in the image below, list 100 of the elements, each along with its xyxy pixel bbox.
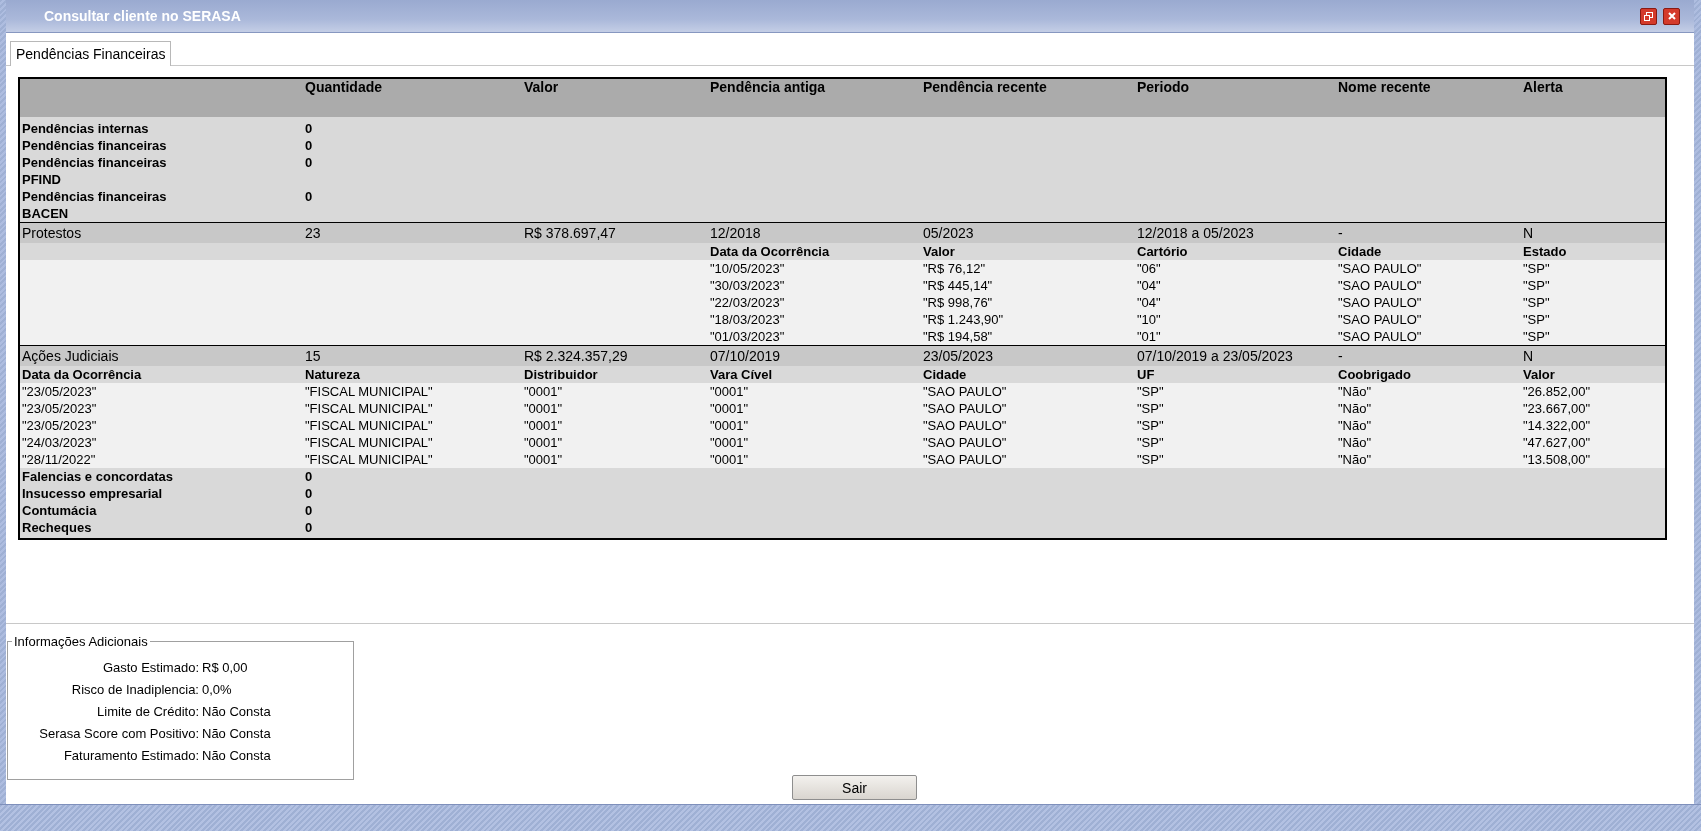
table-cell-text: "47.627,00" [1522, 434, 1592, 451]
table-cell-text: "0001" [709, 434, 750, 451]
table-cell-text: 07/10/2019 [709, 347, 782, 366]
column-header: Valor [1522, 366, 1556, 383]
table-cell-text: "10/05/2023" [709, 260, 786, 277]
table-cell-text: "SP" [1522, 294, 1551, 311]
row-label: Pendências financeiras PFIND [22, 154, 168, 188]
row-label: Pendências financeiras [22, 137, 168, 154]
table-cell-text: "22/03/2023" [709, 294, 786, 311]
column-header: Quantidade [304, 79, 383, 97]
row-label: Contumácia [21, 502, 98, 519]
table-cell-text: "R$ 998,76" [922, 294, 994, 311]
table-cell-text: "18/03/2023" [709, 311, 786, 328]
table-cell-text: "0001" [709, 400, 750, 417]
table-cell-text: "SAO PAULO" [1337, 311, 1423, 328]
table-cell-text: "FISCAL MUNICIPAL" [304, 383, 434, 400]
exit-button[interactable]: Sair [792, 775, 917, 800]
table-cell-text: "SP" [1522, 277, 1551, 294]
table-cell-text: "SP" [1136, 434, 1165, 451]
table-cell-text: "SAO PAULO" [1337, 277, 1423, 294]
table-cell-text: "0001" [523, 434, 564, 451]
field-value: Não Consta [202, 703, 272, 721]
tab[interactable]: Pendências Financeiras [10, 41, 172, 66]
column-header: Valor [922, 243, 956, 260]
table-cell-text: "26.852,00" [1522, 383, 1592, 400]
table-cell-text: "Não" [1337, 434, 1373, 451]
column-header: Valor [523, 79, 560, 97]
table-cell-text: "0001" [709, 383, 750, 400]
table-cell-text: "SP" [1522, 328, 1551, 345]
column-header: Nome recente [1337, 79, 1432, 97]
table-cell-text: "FISCAL MUNICIPAL" [304, 434, 434, 451]
table-cell-text: 0 [304, 468, 314, 485]
column-header: Cidade [1337, 243, 1383, 260]
table-cell-text: N [1522, 224, 1535, 243]
table-cell-text: "Não" [1337, 417, 1373, 434]
table-cell-text: 0 [304, 154, 314, 172]
table-cell-text: "SAO PAULO" [922, 434, 1008, 451]
table-cell-text: "10" [1136, 311, 1162, 328]
table-cell-text: "SAO PAULO" [1337, 260, 1423, 277]
table-cell-text: "13.508,00" [1522, 451, 1592, 468]
column-header: Vara Cível [709, 366, 774, 383]
column-header: Estado [1522, 243, 1568, 260]
table-cell-text: "R$ 194,58" [922, 328, 994, 345]
restore-icon[interactable] [1640, 7, 1657, 25]
table-cell-text: 15 [304, 347, 322, 366]
table-cell-text: "23/05/2023" [21, 417, 98, 434]
column-header: Periodo [1136, 79, 1191, 97]
close-icon[interactable] [1663, 7, 1680, 25]
table-cell-text: "01/03/2023" [709, 328, 786, 345]
column-header: Pendência recente [922, 79, 1048, 97]
table-cell-text: "Não" [1337, 451, 1373, 468]
table-cell-text: "SAO PAULO" [922, 451, 1008, 468]
table-cell-text: 07/10/2019 a 23/05/2023 [1136, 347, 1294, 366]
table-cell-text: 12/2018 [709, 224, 762, 243]
table-cell-text: "FISCAL MUNICIPAL" [304, 400, 434, 417]
table-cell-text: 0 [304, 137, 314, 154]
table-cell-text: "06" [1136, 260, 1162, 277]
table-cell-text: "R$ 76,12" [922, 260, 986, 277]
field-label: Serasa Score com Positivo: [38, 725, 199, 743]
column-header: Pendência antiga [709, 79, 827, 97]
table-cell-text: 0 [304, 485, 314, 502]
table-cell-text: "0001" [709, 451, 750, 468]
table-cell-text: 12/2018 a 05/2023 [1136, 224, 1255, 243]
field-value: R$ 0,00 [202, 659, 249, 677]
table-cell-text: "14.322,00" [1522, 417, 1592, 434]
table-cell-text: 05/2023 [922, 224, 975, 243]
field-label: Limite de Crédito: [96, 703, 199, 721]
table-cell-text: "30/03/2023" [709, 277, 786, 294]
table-cell-text: "04" [1136, 294, 1162, 311]
column-header: Data da Ocorrência [21, 366, 143, 383]
table-cell-text: "SAO PAULO" [1337, 294, 1423, 311]
field-value: Não Consta [202, 747, 272, 765]
field-value: 0,0% [202, 681, 233, 699]
column-header: Natureza [304, 366, 361, 383]
table-cell-text: 23 [304, 224, 322, 243]
column-header: Distribuidor [523, 366, 599, 383]
table-cell-text: "SP" [1136, 400, 1165, 417]
section-label: Ações Judiciais [21, 347, 120, 366]
table-cell-text: "FISCAL MUNICIPAL" [304, 417, 434, 434]
table-cell-text: - [1337, 347, 1344, 366]
row-label: Falencias e concordatas [21, 468, 174, 485]
table-cell-text: "Não" [1337, 400, 1373, 417]
table-cell-text: R$ 378.697,47 [523, 224, 617, 243]
table-cell-text: N [1522, 347, 1535, 366]
column-header: Coobrigado [1337, 366, 1412, 383]
table-cell-text: 0 [304, 188, 314, 206]
table-cell-text: - [1337, 224, 1344, 243]
table-cell-text: "SP" [1136, 417, 1165, 434]
table-cell-text: "SAO PAULO" [922, 383, 1008, 400]
table-cell-text: "0001" [523, 451, 564, 468]
column-header: Cartório [1136, 243, 1189, 260]
table-cell-text: "23/05/2023" [21, 400, 98, 417]
table-cell-text: "28/11/2022" [21, 451, 97, 468]
window-title: Consultar cliente no SERASA [44, 8, 241, 24]
table-cell-text: R$ 2.324.357,29 [523, 347, 629, 366]
table-cell-text: "R$ 1.243,90" [922, 311, 1005, 328]
table-cell-text: 0 [304, 502, 314, 519]
table-cell-text: "24/03/2023" [21, 434, 98, 451]
field-value: Não Consta [202, 725, 272, 743]
table-cell-text: "04" [1136, 277, 1162, 294]
